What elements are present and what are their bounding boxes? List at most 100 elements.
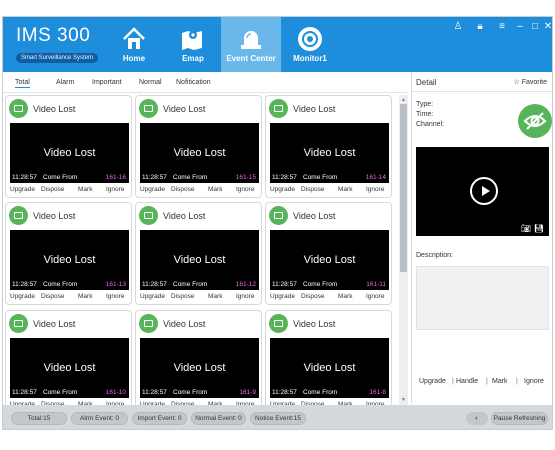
card-mark-button[interactable]: Mark <box>208 186 222 193</box>
favorite-button[interactable]: ☆ Favorite <box>513 78 547 86</box>
alarm-count-badge[interactable]: Alrm Event: 0 <box>71 412 128 425</box>
card-upgrade-button[interactable]: Upgrade <box>140 186 165 193</box>
card-mark-button[interactable]: Mark <box>78 186 92 193</box>
card-ignore-button[interactable]: Ignore <box>106 186 124 193</box>
video-lost-overlay: Video Lost <box>43 254 96 266</box>
status-footer: Total:15 Alrm Event: 0 Import Event: 0 N… <box>3 405 552 429</box>
event-card[interactable]: Video Lost Video Lost 11:28:57 Come From 161… <box>265 202 392 305</box>
play-icon[interactable] <box>470 177 498 205</box>
eye-hidden-icon[interactable] <box>518 104 552 138</box>
card-dispose-button[interactable]: Dispose <box>301 186 324 193</box>
select-check-icon[interactable] <box>269 206 288 225</box>
select-check-icon[interactable] <box>9 314 28 333</box>
card-mark-button[interactable]: Mark <box>208 293 222 300</box>
menu-icon[interactable]: ≡ <box>495 21 509 32</box>
lock-icon[interactable]: 🔒︎ <box>473 21 487 32</box>
select-check-icon[interactable] <box>269 314 288 333</box>
card-ignore-button[interactable]: Ignore <box>236 293 254 300</box>
event-source-label: Come From <box>43 281 78 288</box>
tab-notification[interactable]: Nofitication <box>176 79 211 86</box>
event-video-thumbnail[interactable]: Video Lost 11:28:57 Come From 161-10 <box>10 338 129 398</box>
card-mark-button[interactable]: Mark <box>338 186 352 193</box>
select-check-icon[interactable] <box>139 314 158 333</box>
select-check-icon[interactable] <box>139 206 158 225</box>
select-check-icon[interactable] <box>269 99 288 118</box>
scrollbar-thumb[interactable] <box>400 104 407 272</box>
event-card[interactable]: Video Lost Video Lost 11:28:57 Come From 161… <box>135 95 262 198</box>
card-dispose-button[interactable]: Dispose <box>301 293 324 300</box>
alarm-bell-icon <box>241 31 261 49</box>
event-video-thumbnail[interactable]: Video Lost 11:28:57 Come From 161-9 <box>140 338 259 398</box>
event-channel: 161-9 <box>239 389 256 396</box>
save-icon[interactable]: 💾︎ <box>534 224 544 233</box>
card-ignore-button[interactable]: Ignore <box>106 293 124 300</box>
nav-event-center[interactable]: Event Center <box>221 17 281 72</box>
pause-refreshing-button[interactable]: Pause Refreshing <box>491 412 548 425</box>
card-ignore-button[interactable]: Ignore <box>366 186 384 193</box>
app-header: IMS 300 Smart Surveillance System Home E… <box>3 17 552 72</box>
nav-home[interactable]: Home <box>104 17 164 72</box>
tab-normal[interactable]: Normal <box>139 79 162 86</box>
tab-total[interactable]: Total <box>15 79 30 88</box>
detail-handle-button[interactable]: Handle <box>456 378 478 385</box>
event-video-thumbnail[interactable]: Video Lost 11:28:57 Come From 161-14 <box>270 123 389 183</box>
close-icon[interactable]: ✕ <box>541 21 552 32</box>
map-icon <box>182 31 202 50</box>
card-ignore-button[interactable]: Ignore <box>236 186 254 193</box>
toggle-sound-icon[interactable]: ◐ <box>466 412 488 425</box>
card-dispose-button[interactable]: Dispose <box>41 293 64 300</box>
select-check-icon[interactable] <box>139 99 158 118</box>
event-video-thumbnail[interactable]: Video Lost 11:28:57 Come From 161-8 <box>270 338 389 398</box>
scroll-down-icon[interactable]: ▼ <box>401 397 406 403</box>
normal-count-badge[interactable]: Normal Event: 0 <box>191 412 246 425</box>
card-upgrade-button[interactable]: Upgrade <box>270 293 295 300</box>
card-upgrade-button[interactable]: Upgrade <box>10 293 35 300</box>
event-time: 11:28:57 <box>142 281 167 288</box>
nav-monitor1[interactable]: Monitor1 <box>280 17 340 72</box>
event-video-thumbnail[interactable]: Video Lost 11:28:57 Come From 161-13 <box>10 230 129 290</box>
separator: | <box>452 378 454 385</box>
detail-video-player[interactable]: 📷︎ 💾︎ <box>416 147 549 236</box>
card-dispose-button[interactable]: Dispose <box>41 186 64 193</box>
event-source-label: Come From <box>303 174 338 181</box>
notice-count-badge[interactable]: Notice Event:15 <box>250 412 306 425</box>
app-logo: IMS 300 Smart Surveillance System <box>16 26 99 64</box>
card-upgrade-button[interactable]: Upgrade <box>10 186 35 193</box>
detail-mark-button[interactable]: Mark <box>492 378 508 385</box>
card-upgrade-button[interactable]: Upgrade <box>270 186 295 193</box>
grid-scrollbar[interactable]: ▲ ▼ <box>399 95 408 405</box>
detail-ignore-button[interactable]: Ignore <box>524 378 544 385</box>
event-card[interactable]: Video Lost Video Lost 11:28:57 Come From 161… <box>5 310 132 405</box>
tab-alarm[interactable]: Alarm <box>56 79 74 86</box>
description-textbox[interactable] <box>416 266 549 330</box>
event-card[interactable]: Video Lost Video Lost 11:28:57 Come From 161… <box>5 95 132 198</box>
event-card[interactable]: Video Lost Video Lost 11:28:57 Come From 161… <box>135 202 262 305</box>
tab-important[interactable]: Important <box>92 79 122 86</box>
event-video-thumbnail[interactable]: Video Lost 11:28:57 Come From 161-12 <box>140 230 259 290</box>
select-check-icon[interactable] <box>9 206 28 225</box>
nav-emap[interactable]: Emap <box>163 17 223 72</box>
user-icon[interactable]: ♙ <box>451 21 465 32</box>
important-count-badge[interactable]: Import Event: 0 <box>132 412 187 425</box>
event-video-thumbnail[interactable]: Video Lost 11:28:57 Come From 161-15 <box>140 123 259 183</box>
card-upgrade-button[interactable]: Upgrade <box>140 293 165 300</box>
minimize-icon[interactable]: – <box>513 21 527 32</box>
event-card[interactable]: Video Lost Video Lost 11:28:57 Come From 161… <box>5 202 132 305</box>
maximize-icon[interactable]: □ <box>528 21 542 32</box>
event-video-thumbnail[interactable]: Video Lost 11:28:57 Come From 161-16 <box>10 123 129 183</box>
card-dispose-button[interactable]: Dispose <box>171 186 194 193</box>
event-card[interactable]: Video Lost Video Lost 11:28:57 Come From 161… <box>265 310 392 405</box>
event-video-thumbnail[interactable]: Video Lost 11:28:57 Come From 161-11 <box>270 230 389 290</box>
select-check-icon[interactable] <box>9 99 28 118</box>
card-ignore-button[interactable]: Ignore <box>366 293 384 300</box>
detail-upgrade-button[interactable]: Upgrade <box>419 378 446 385</box>
total-count-badge[interactable]: Total:15 <box>11 412 67 425</box>
card-mark-button[interactable]: Mark <box>78 293 92 300</box>
event-card[interactable]: Video Lost Video Lost 11:28:57 Come From 161… <box>265 95 392 198</box>
scroll-up-icon[interactable]: ▲ <box>401 97 406 103</box>
event-title: Video Lost <box>163 319 206 329</box>
event-card[interactable]: Video Lost Video Lost 11:28:57 Come From 161… <box>135 310 262 405</box>
snapshot-icon[interactable]: 📷︎ <box>521 224 531 233</box>
card-mark-button[interactable]: Mark <box>338 293 352 300</box>
card-dispose-button[interactable]: Dispose <box>171 293 194 300</box>
